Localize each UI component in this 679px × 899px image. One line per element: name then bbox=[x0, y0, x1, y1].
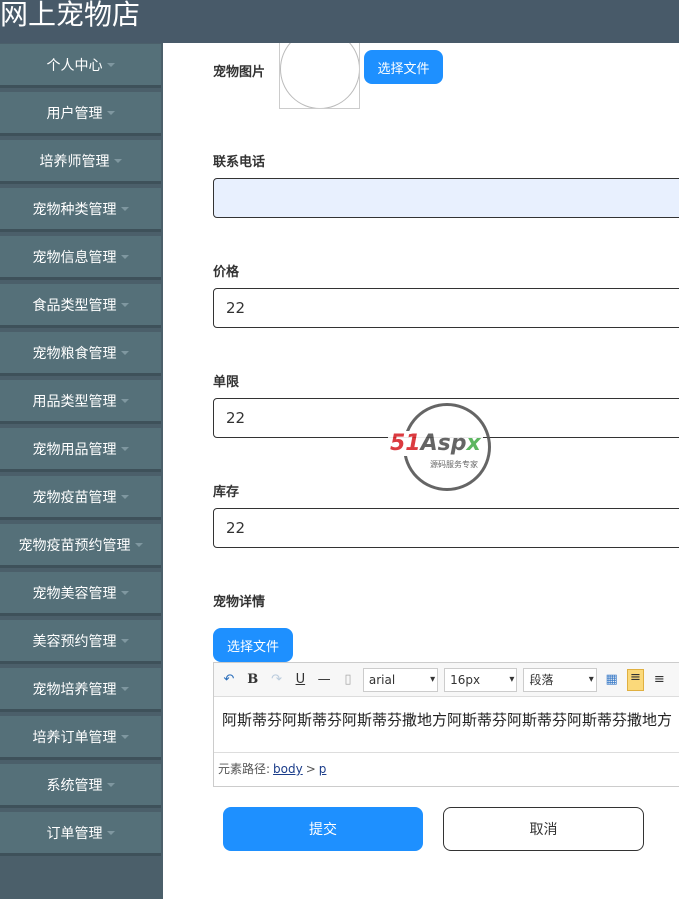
sidebar-item-label: 宠物疫苗预约管理 bbox=[18, 537, 131, 554]
editor-toolbar: ↶ B ↷ U — ▯ arial 16px 段落 ▦ ≡ ≡ ≡ bbox=[214, 663, 679, 697]
sidebar-item[interactable]: 食品类型管理 bbox=[0, 284, 161, 328]
caret-down-icon bbox=[120, 398, 129, 403]
sidebar-item-label: 用户管理 bbox=[46, 105, 103, 122]
caret-down-icon bbox=[106, 110, 115, 115]
path-label: 元素路径: bbox=[218, 762, 271, 776]
sidebar-item-label: 宠物粮食管理 bbox=[32, 345, 117, 362]
undo-icon[interactable]: ↶ bbox=[220, 672, 238, 687]
caret-down-icon bbox=[134, 542, 143, 547]
caret-down-icon bbox=[120, 302, 129, 307]
pet-image-preview bbox=[279, 43, 360, 109]
paragraph-select[interactable]: 段落 bbox=[523, 667, 597, 692]
phone-input[interactable] bbox=[213, 178, 679, 218]
caret-down-icon bbox=[106, 830, 115, 835]
path-p-link[interactable]: p bbox=[319, 762, 327, 776]
sidebar-item-label: 培养师管理 bbox=[39, 153, 110, 170]
cancel-button[interactable]: 取消 bbox=[443, 807, 644, 851]
sidebar-item-label: 宠物美容管理 bbox=[32, 585, 117, 602]
caret-down-icon bbox=[120, 638, 129, 643]
sidebar-item-label: 美容预约管理 bbox=[32, 633, 117, 650]
path-separator: > bbox=[305, 762, 316, 776]
sidebar-item[interactable]: 系统管理 bbox=[0, 764, 161, 808]
app-title: 网上宠物店 bbox=[0, 0, 141, 31]
table-icon[interactable]: ▦ bbox=[603, 672, 621, 687]
sidebar-item-label: 食品类型管理 bbox=[32, 297, 117, 314]
sidebar-item[interactable]: 订单管理 bbox=[0, 812, 161, 856]
element-path: 元素路径: body > p bbox=[214, 752, 679, 782]
price-label: 价格 bbox=[213, 265, 240, 280]
caret-down-icon bbox=[120, 590, 129, 595]
caret-down-icon bbox=[120, 350, 129, 355]
sidebar-item[interactable]: 培养师管理 bbox=[0, 140, 161, 184]
main-form: 宠物图片 选择文件 联系电话 价格 22 单限 22 库存 22 宠物详情 选择… bbox=[163, 43, 679, 899]
sidebar-item[interactable]: 培养订单管理 bbox=[0, 716, 161, 760]
caret-down-icon bbox=[113, 158, 122, 163]
sidebar-item-label: 宠物种类管理 bbox=[32, 201, 117, 218]
sidebar-item[interactable]: 美容预约管理 bbox=[0, 620, 161, 664]
price-input[interactable]: 22 bbox=[213, 288, 679, 328]
caret-down-icon bbox=[120, 206, 129, 211]
font-size-select[interactable]: 16px bbox=[444, 667, 518, 692]
page-icon[interactable]: ▯ bbox=[339, 672, 357, 687]
sidebar-item-label: 订单管理 bbox=[46, 825, 103, 842]
sidebar-item-label: 宠物培养管理 bbox=[32, 681, 117, 698]
bold-icon[interactable]: B bbox=[244, 672, 262, 687]
caret-down-icon bbox=[120, 254, 129, 259]
sidebar-item[interactable]: 个人中心 bbox=[0, 44, 161, 88]
stock-label: 库存 bbox=[213, 485, 240, 500]
underline-icon[interactable]: U bbox=[291, 672, 309, 687]
align-center-icon[interactable]: ≡ bbox=[674, 672, 679, 687]
sidebar: 个人中心用户管理培养师管理宠物种类管理 宠物信息管理 食品类型管理 宠物粮食管理 用品类… bbox=[0, 43, 163, 899]
sidebar-item-label: 宠物用品管理 bbox=[32, 441, 117, 458]
sidebar-item[interactable]: 宠物信息管理 bbox=[0, 236, 161, 280]
sidebar-item[interactable]: 用户管理 bbox=[0, 92, 161, 136]
align-right-icon[interactable]: ≡ bbox=[650, 672, 668, 687]
caret-down-icon bbox=[106, 782, 115, 787]
sidebar-item[interactable]: 宠物用品管理 bbox=[0, 428, 161, 472]
sidebar-item-label: 系统管理 bbox=[46, 777, 103, 794]
phone-label: 联系电话 bbox=[213, 155, 266, 170]
sidebar-item[interactable]: 宠物粮食管理 bbox=[0, 332, 161, 376]
sidebar-item[interactable]: 宠物种类管理 bbox=[0, 188, 161, 232]
sidebar-item-label: 培养订单管理 bbox=[32, 729, 117, 746]
submit-button[interactable]: 提交 bbox=[223, 807, 423, 851]
app-header: 网上宠物店 bbox=[0, 0, 679, 43]
sidebar-item[interactable]: 宠物培养管理 bbox=[0, 668, 161, 712]
rich-text-editor[interactable]: ↶ B ↷ U — ▯ arial 16px 段落 ▦ ≡ ≡ ≡ 阿斯蒂芬阿斯… bbox=[213, 662, 679, 787]
editor-content[interactable]: 阿斯蒂芬阿斯蒂芬阿斯蒂芬撒地方阿斯蒂芬阿斯蒂芬阿斯蒂芬撒地方 bbox=[214, 697, 679, 752]
path-body-link[interactable]: body bbox=[273, 762, 303, 776]
sidebar-item-label: 个人中心 bbox=[46, 57, 103, 74]
caret-down-icon bbox=[120, 734, 129, 739]
sidebar-item[interactable]: 宠物疫苗管理 bbox=[0, 476, 161, 520]
sidebar-item[interactable]: 宠物疫苗预约管理 bbox=[0, 524, 161, 568]
choose-image-button[interactable]: 选择文件 bbox=[364, 50, 443, 84]
sidebar-item-label: 宠物疫苗管理 bbox=[32, 489, 117, 506]
limit-label: 单限 bbox=[213, 375, 240, 390]
sidebar-item-label: 用品类型管理 bbox=[32, 393, 117, 410]
detail-choose-file-button[interactable]: 选择文件 bbox=[213, 628, 293, 662]
sidebar-item-label: 宠物信息管理 bbox=[32, 249, 117, 266]
stock-input[interactable]: 22 bbox=[213, 508, 679, 548]
pet-image-label: 宠物图片 bbox=[213, 65, 266, 80]
caret-down-icon bbox=[120, 494, 129, 499]
font-family-select[interactable]: arial bbox=[362, 667, 439, 692]
caret-down-icon bbox=[106, 62, 115, 67]
horizontal-rule-icon[interactable]: — bbox=[315, 672, 333, 687]
sidebar-item[interactable]: 宠物美容管理 bbox=[0, 572, 161, 616]
watermark-logo: 51Aspx 源码服务专家 bbox=[388, 403, 510, 493]
detail-label: 宠物详情 bbox=[213, 595, 266, 610]
align-left-icon[interactable]: ≡ bbox=[626, 668, 645, 691]
caret-down-icon bbox=[120, 446, 129, 451]
sidebar-item[interactable]: 用品类型管理 bbox=[0, 380, 161, 424]
caret-down-icon bbox=[120, 686, 129, 691]
redo-icon[interactable]: ↷ bbox=[268, 672, 286, 687]
